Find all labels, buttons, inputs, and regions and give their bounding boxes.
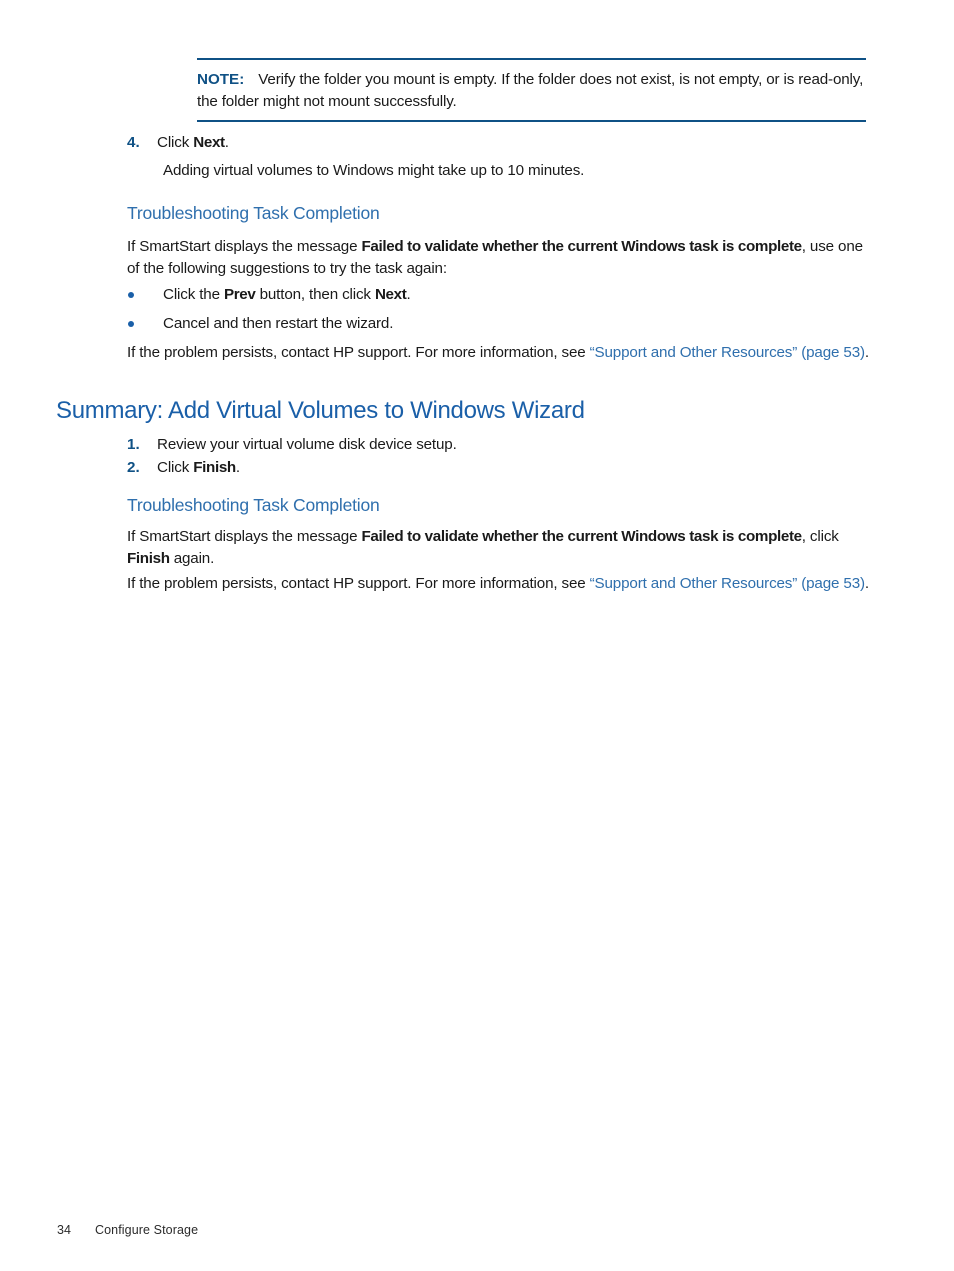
page-footer: 34 Configure Storage (57, 1223, 198, 1237)
link-support-and-other-resources[interactable]: “Support and Other Resources” (page 53) (590, 344, 865, 361)
step-4-text-bold: Next (193, 134, 225, 151)
troubleshooting-1-intro: If SmartStart displays the message Faile… (127, 236, 869, 279)
summary-step-1-number: 1. (127, 436, 140, 453)
troubleshooting-1-persist: If the problem persists, contact HP supp… (127, 342, 872, 364)
bullet-1-mid: button, then click (255, 286, 375, 303)
heading-troubleshooting-1: Troubleshooting Task Completion (127, 203, 380, 223)
footer-chapter-name: Configure Storage (95, 1223, 199, 1237)
troubleshooting-2-intro-mid: , click (801, 528, 839, 545)
troubleshooting-2-intro: If SmartStart displays the message Faile… (127, 526, 871, 569)
troubleshooting-2-persist-prefix: If the problem persists, contact HP supp… (127, 575, 590, 592)
step-4: 4. Click Next. (127, 132, 867, 154)
bullet-2-text: Cancel and then restart the wizard. (163, 315, 394, 332)
link-support-and-other-resources[interactable]: “Support and Other Resources” (page 53) (590, 575, 865, 592)
bullet-1-text: Click the Prev button, then click Next. (163, 284, 411, 306)
troubleshooting-1-intro-prefix: If SmartStart displays the message (127, 238, 362, 255)
bullet-icon (128, 313, 163, 327)
troubleshooting-2-intro-bold: Failed to validate whether the current W… (361, 528, 802, 545)
step-4-number: 4. (127, 134, 140, 151)
bullet-1-bold-prev: Prev (223, 286, 256, 303)
summary-step-2-bold: Finish (193, 459, 236, 476)
step-4-text-prefix: Click (157, 134, 194, 151)
note-body: NOTE: Verify the folder you mount is empt… (197, 69, 866, 112)
summary-step-2-suffix: . (235, 459, 240, 476)
footer-page-number: 34 (57, 1223, 72, 1237)
troubleshooting-1-bullet-2: Cancel and then restart the wizard. (128, 313, 868, 335)
troubleshooting-1-intro-bold: Failed to validate whether the current W… (361, 238, 802, 255)
note-text: Verify the folder you mount is empty. If… (197, 71, 864, 110)
summary-step-2-prefix: Click (157, 459, 194, 476)
bullet-icon (128, 284, 163, 298)
troubleshooting-1-persist-prefix: If the problem persists, contact HP supp… (127, 344, 590, 361)
troubleshooting-2-persist-suffix: . (864, 575, 869, 592)
summary-step-1: 1. Review your virtual volume disk devic… (127, 434, 867, 456)
summary-step-1-text: Review your virtual volume disk device s… (157, 436, 457, 453)
step-4-text: Click Next. (157, 132, 229, 154)
troubleshooting-2-persist: If the problem persists, contact HP supp… (127, 573, 872, 595)
bullet-1-prefix: Click the (163, 286, 224, 303)
bullet-1-bold-next: Next (374, 286, 407, 303)
note-admonition: NOTE: Verify the folder you mount is empt… (197, 58, 866, 122)
note-label: NOTE: (197, 71, 245, 88)
summary-step-2-text: Click Finish. (157, 457, 240, 479)
troubleshooting-1-bullet-1: Click the Prev button, then click Next. (128, 284, 868, 306)
summary-step-2: 2. Click Finish. (127, 457, 867, 479)
summary-step-2-number: 2. (127, 459, 140, 476)
heading-troubleshooting-2: Troubleshooting Task Completion (127, 495, 380, 515)
troubleshooting-2-intro-suffix: again. (169, 549, 215, 567)
step-4-continuation: Adding virtual volumes to Windows might … (163, 162, 585, 179)
step-4-text-suffix: . (224, 134, 229, 151)
troubleshooting-1-persist-suffix: . (864, 344, 869, 361)
document-page: NOTE: Verify the folder you mount is empt… (0, 0, 954, 1271)
troubleshooting-2-intro-bold2: Finish (127, 549, 170, 567)
bullet-1-suffix: . (406, 286, 411, 303)
troubleshooting-2-intro-prefix: If SmartStart displays the message (127, 528, 362, 545)
heading-summary-wizard: Summary: Add Virtual Volumes to Windows … (56, 397, 585, 424)
